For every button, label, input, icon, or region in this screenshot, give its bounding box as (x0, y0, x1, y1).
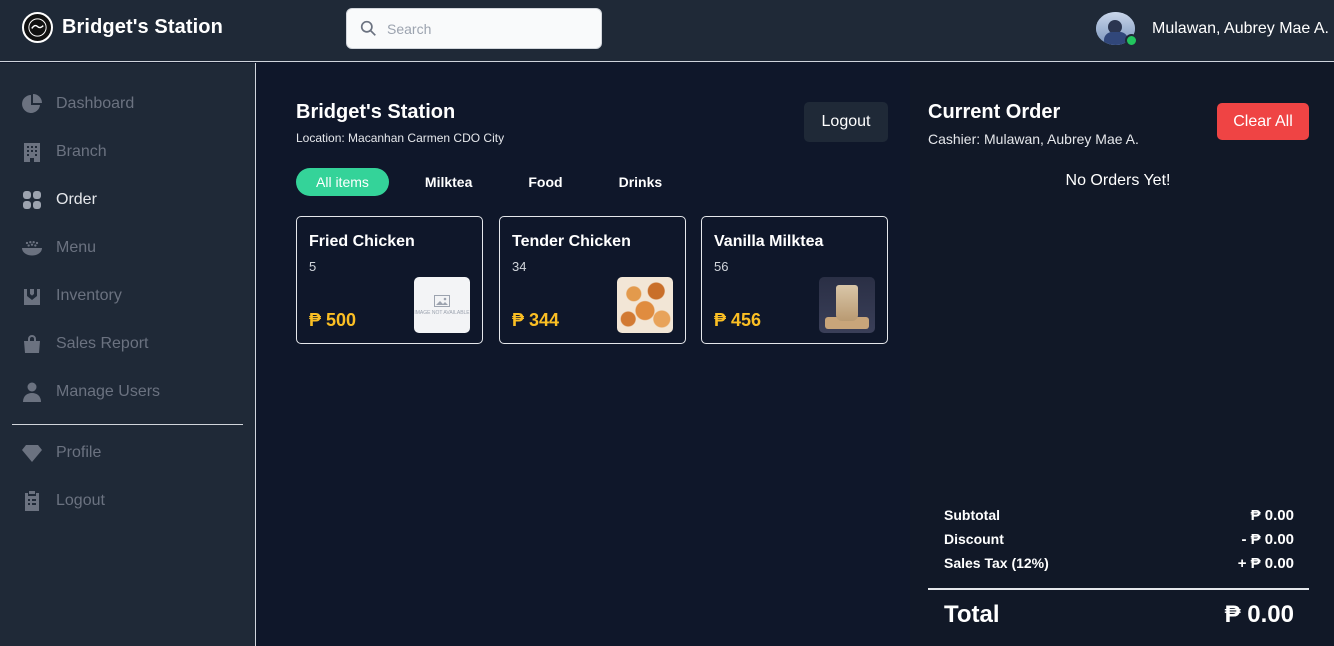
tab-food[interactable]: Food (508, 168, 582, 196)
sidebar-item-label: Profile (56, 444, 102, 461)
sidebar-item-profile[interactable]: Profile (22, 441, 101, 465)
discount-label: Discount (944, 531, 1004, 547)
milktea-photo (819, 277, 875, 333)
sidebar-item-label: Menu (56, 239, 97, 256)
sidebar-divider (12, 424, 243, 425)
brand-logo-icon (22, 12, 53, 43)
product-quantity: 56 (714, 259, 729, 274)
sidebar-item-label: Logout (56, 492, 105, 509)
product-price: ₱ 344 (512, 310, 560, 330)
current-order-panel: Current Order Cashier: Mulawan, Aubrey M… (910, 63, 1334, 646)
product-image-placeholder: IMAGE NOT AVAILABLE (414, 277, 470, 333)
logout-button[interactable]: Logout (804, 102, 888, 142)
discount-row: Discount - ₱ 0.00 (944, 531, 1294, 548)
sidebar-item-label: Order (56, 191, 97, 208)
sidebar-item-branch[interactable]: Branch (22, 140, 107, 164)
tax-value: + ₱ 0.00 (1237, 555, 1294, 572)
search-input[interactable] (387, 20, 587, 37)
pie-chart-icon (22, 94, 42, 113)
sidebar-item-manage-users[interactable]: Manage Users (22, 380, 160, 404)
online-status-indicator (1125, 34, 1139, 47)
subtotal-label: Subtotal (944, 507, 1000, 523)
sidebar-item-menu[interactable]: Menu (22, 236, 96, 260)
sidebar-item-sales-report[interactable]: Sales Report (22, 332, 149, 356)
product-name: Vanilla Milktea (714, 233, 824, 250)
brand-title: Bridget's Station (62, 16, 223, 38)
brand[interactable]: Bridget's Station (22, 12, 223, 43)
product-name: Fried Chicken (309, 233, 415, 250)
top-bar: Bridget's Station Mulawan, Aubrey Mae A. (0, 0, 1334, 62)
search-box[interactable] (346, 8, 602, 49)
total-value: ₱ 0.00 (1224, 601, 1294, 628)
sidebar-item-label: Branch (56, 143, 107, 160)
grid-icon (23, 191, 41, 209)
image-not-available-text: IMAGE NOT AVAILABLE (414, 309, 470, 316)
total-label: Total (944, 601, 1000, 628)
subtotal-value: ₱ 0.00 (1250, 507, 1294, 524)
search-icon (360, 20, 376, 36)
discount-value: - ₱ 0.00 (1241, 531, 1294, 548)
product-quantity: 34 (512, 259, 527, 274)
product-card[interactable]: Vanilla Milktea 56 ₱ 456 (701, 216, 888, 344)
total-divider (928, 588, 1309, 590)
tab-drinks[interactable]: Drinks (599, 168, 683, 196)
tab-all-items[interactable]: All items (296, 168, 389, 196)
sidebar-item-label: Inventory (56, 287, 122, 304)
clear-all-button[interactable]: Clear All (1217, 103, 1309, 140)
product-quantity: 5 (309, 259, 317, 274)
empty-order-message: No Orders Yet! (1065, 172, 1171, 189)
tax-row: Sales Tax (12%) + ₱ 0.00 (944, 555, 1294, 572)
inventory-icon (24, 289, 40, 305)
diamond-icon (22, 445, 42, 462)
sidebar: Dashboard Branch Order Menu Inventory Sa… (0, 63, 256, 646)
sidebar-item-order[interactable]: Order (22, 188, 97, 212)
category-tabs: All items Milktea Food Drinks (296, 168, 682, 196)
page-title: Bridget's Station (296, 101, 456, 123)
product-name: Tender Chicken (512, 233, 631, 250)
main-content: Bridget's Station Location: Macanhan Car… (257, 63, 909, 646)
product-price: ₱ 500 (309, 310, 357, 330)
product-price: ₱ 456 (714, 310, 762, 330)
sidebar-item-label: Sales Report (56, 335, 149, 352)
user-name: Mulawan, Aubrey Mae A. (1152, 19, 1329, 37)
sidebar-item-label: Dashboard (56, 95, 135, 112)
total-row: Total ₱ 0.00 (944, 601, 1294, 629)
sidebar-item-dashboard[interactable]: Dashboard (22, 92, 134, 116)
user-menu[interactable]: Mulawan, Aubrey Mae A. (1096, 12, 1329, 47)
product-card[interactable]: Fried Chicken 5 ₱ 500 IMAGE NOT AVAILABL… (296, 216, 483, 344)
bowl-icon (22, 241, 42, 256)
clipboard-icon (25, 491, 39, 511)
image-icon (434, 294, 450, 307)
user-icon (23, 382, 41, 402)
tax-label: Sales Tax (12%) (944, 555, 1049, 571)
sidebar-item-label: Manage Users (56, 383, 161, 400)
order-title: Current Order (928, 101, 1061, 123)
tab-milktea[interactable]: Milktea (405, 168, 492, 196)
subtotal-row: Subtotal ₱ 0.00 (944, 507, 1294, 524)
shopping-bag-icon (24, 335, 40, 353)
cashier-name: Cashier: Mulawan, Aubrey Mae A. (928, 131, 1139, 147)
station-location: Location: Macanhan Carmen CDO City (296, 131, 505, 145)
sidebar-item-logout[interactable]: Logout (22, 489, 105, 513)
building-icon (24, 143, 40, 162)
fried-chicken-photo (617, 277, 673, 333)
sidebar-item-inventory[interactable]: Inventory (22, 284, 122, 308)
product-card[interactable]: Tender Chicken 34 ₱ 344 (499, 216, 686, 344)
avatar[interactable] (1096, 12, 1139, 47)
